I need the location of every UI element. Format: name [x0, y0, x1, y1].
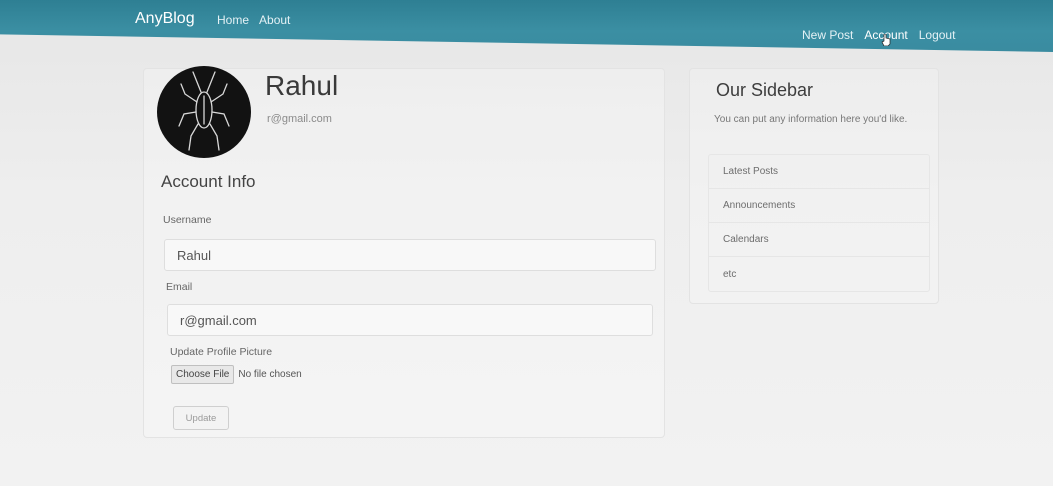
sidebar-item-announcements[interactable]: Announcements: [709, 189, 929, 223]
nav-right: New Post Account Logout: [802, 28, 955, 42]
sidebar-title: Our Sidebar: [716, 80, 814, 100]
username-input[interactable]: Rahul: [164, 239, 656, 271]
update-button[interactable]: Update: [173, 406, 229, 430]
username-label: Username: [163, 214, 212, 226]
sidebar-item-calendars[interactable]: Calendars: [709, 223, 929, 257]
mouse-pointer-icon: [881, 34, 891, 46]
profile-avatar: [157, 66, 251, 158]
account-info-heading: Account Info: [161, 172, 256, 191]
sidebar-description: You can put any information here you'd l…: [714, 114, 908, 125]
profile-name: Rahul: [265, 70, 339, 101]
choose-file-button[interactable]: Choose File: [171, 365, 235, 384]
email-label: Email: [166, 281, 193, 293]
nav-logout-link[interactable]: Logout: [919, 28, 956, 42]
sidebar-list: Latest Posts Announcements Calendars etc: [708, 154, 930, 292]
cockroach-silhouette-icon: [178, 71, 230, 151]
nav-new-post-link[interactable]: New Post: [802, 28, 853, 42]
sidebar-item-etc[interactable]: etc: [709, 257, 929, 291]
profile-picture-label: Update Profile Picture: [170, 346, 273, 358]
file-status-text: No file chosen: [238, 369, 302, 380]
nav-left: Home About: [217, 13, 290, 27]
email-input[interactable]: r@gmail.com: [167, 304, 653, 336]
sidebar-item-latest-posts[interactable]: Latest Posts: [709, 155, 929, 189]
brand-link[interactable]: AnyBlog: [135, 10, 195, 28]
nav-about-link[interactable]: About: [259, 13, 290, 27]
nav-home-link[interactable]: Home: [217, 13, 249, 27]
file-picker: Choose File No file chosen: [171, 365, 302, 384]
profile-email: r@gmail.com: [267, 113, 332, 125]
